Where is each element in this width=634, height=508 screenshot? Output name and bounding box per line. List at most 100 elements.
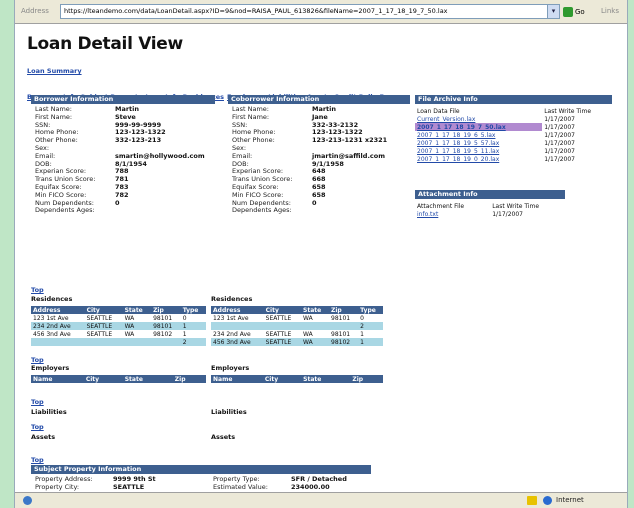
file-archive-table: Loan Data File Last Write Time Current_Ver… — [415, 107, 612, 163]
field-value: SEATTLE — [113, 482, 145, 491]
employers-title-right: Employers — [211, 364, 250, 372]
column-header: Loan Data File — [417, 107, 460, 115]
table-row: 123 1st Ave SEATTLE WA 98101 0 — [211, 314, 383, 322]
employers-table-coborrower: Name City State Zip — [211, 375, 383, 383]
archive-file-link[interactable]: 2007_1_17_18_19_0_20.lax — [415, 155, 542, 163]
residences-title-right: Residences — [211, 295, 253, 303]
write-time: 1/17/2007 — [544, 115, 575, 123]
table-cell: WA — [303, 314, 313, 322]
column-header: Type — [180, 306, 206, 314]
file-archive-panel: File Archive Info Loan Data File Last Wri… — [415, 95, 612, 163]
table-row: 2007_1_17_18_19_5_11.lax 1/17/2007 — [415, 147, 612, 155]
borrower-header: Borrower Information — [31, 95, 215, 104]
write-time: 1/17/2007 — [544, 147, 575, 155]
info-row: Property City: SEATTLE — [35, 482, 215, 492]
table-cell: 2 — [180, 338, 206, 346]
table-cell: 456 3nd Ave — [33, 330, 71, 338]
table-cell: 98102 — [329, 338, 359, 346]
address-label: Address — [21, 7, 49, 15]
attachment-file-link[interactable]: info.txt — [415, 210, 490, 218]
residences-table-borrower: Address City State Zip Type 123 1st Ave SEATTL… — [31, 306, 206, 346]
column-header: City — [263, 306, 302, 314]
table-cell: WA — [301, 338, 330, 346]
subject-property-left: Property Address: 9999 9th St Property Cit… — [35, 475, 215, 492]
top-link[interactable]: Top — [31, 456, 44, 464]
table-cell: 2 — [358, 322, 383, 330]
table-cell — [263, 322, 302, 330]
table-cell: 0 — [360, 314, 364, 322]
table-cell: SEATTLE — [265, 330, 292, 338]
archive-file-link[interactable]: Current_Version.lax — [415, 115, 542, 123]
table-cell — [211, 322, 264, 330]
table-cell: 123 1st Ave — [33, 314, 69, 322]
subject-property-right: Property Type: SFR / Detached Estimated Va… — [213, 475, 383, 492]
field-label: Property City: — [35, 482, 80, 491]
table-cell: SEATTLE — [86, 330, 113, 338]
table-row: 234 2nd Ave SEATTLE WA 98101 1 — [31, 322, 206, 330]
address-bar: Address https://lteandemo.com/data/LoanD… — [15, 0, 627, 24]
info-row: Dependents Ages: — [232, 207, 422, 215]
table-cell: 98102 — [153, 330, 173, 338]
table-cell: WA — [124, 314, 135, 322]
top-link[interactable]: Top — [31, 423, 44, 431]
column-header: Attachment File — [417, 202, 465, 210]
field-label: Estimated Value: — [213, 482, 268, 491]
subject-property-header: Subject Property Information — [31, 465, 371, 474]
file-archive-header: File Archive Info — [415, 95, 612, 104]
employers-table-borrower: Name City State Zip — [31, 375, 206, 383]
residences-table-coborrower: Address City State Zip Type 123 1st Ave SEATTL… — [211, 306, 383, 346]
column-header: City — [84, 306, 123, 314]
table-cell: 123 1st Ave — [213, 314, 249, 322]
table-cell: 1 — [358, 338, 383, 346]
page-title: Loan Detail View — [27, 34, 183, 54]
column-header: Type — [358, 306, 383, 314]
table-row: 2 — [211, 322, 383, 330]
write-time: 1/17/2007 — [544, 139, 575, 147]
table-cell: SEATTLE — [265, 314, 292, 322]
archive-file-link[interactable]: 2007_1_17_18_19_5_11.lax — [415, 147, 542, 155]
url-input[interactable]: https://lteandemo.com/data/LoanDetail.as… — [60, 4, 560, 19]
column-header: State — [301, 306, 330, 314]
table-cell: SEATTLE — [84, 322, 123, 330]
table-cell: 456 3nd Ave — [211, 338, 264, 346]
write-time: 1/17/2007 — [492, 210, 523, 218]
table-cell: SEATTLE — [263, 338, 302, 346]
table-cell — [329, 322, 359, 330]
table-row: 2007_1_17_18_19_5_57.lax 1/17/2007 — [415, 139, 612, 147]
table-row: Current_Version.lax 1/17/2007 — [415, 115, 612, 123]
field-label: Dependents Ages: — [232, 206, 292, 215]
browser-window: Address https://lteandemo.com/data/LoanD… — [14, 0, 628, 508]
table-row: info.txt 1/17/2007 — [415, 210, 565, 218]
table-cell — [84, 338, 123, 346]
table-cell: SEATTLE — [86, 314, 113, 322]
column-header: Name — [31, 375, 84, 383]
top-link[interactable]: Top — [31, 356, 44, 364]
top-link[interactable]: Top — [31, 398, 44, 406]
table-cell: WA — [124, 330, 135, 338]
archive-file-link[interactable]: 2007_1_17_18_19_7_50.lax — [415, 123, 543, 131]
archive-file-link[interactable]: 2007_1_17_18_19_6_5.lax — [415, 131, 542, 139]
column-header: Zip — [329, 306, 359, 314]
column-header: Zip — [172, 375, 206, 383]
attachment-table: Attachment File Last Write Time info.txt 1/… — [415, 202, 565, 218]
write-time: 1/17/2007 — [544, 131, 575, 139]
globe-icon — [543, 496, 552, 505]
top-link[interactable]: Top — [31, 286, 44, 294]
column-header: Zip — [350, 375, 383, 383]
column-header: Address — [31, 306, 85, 314]
assets-title-left: Assets — [31, 433, 56, 441]
field-value: 0 — [115, 198, 120, 207]
field-value: 234000.00 — [291, 482, 330, 491]
table-cell — [122, 338, 152, 346]
security-zone: Internet — [556, 496, 584, 504]
table-cell: 98101 — [331, 314, 351, 322]
table-row: 2 — [31, 338, 206, 346]
table-row: 456 3nd Ave SEATTLE WA 98102 1 — [31, 330, 206, 338]
archive-file-link[interactable]: 2007_1_17_18_19_5_57.lax — [415, 139, 542, 147]
go-button[interactable]: Go — [563, 5, 595, 19]
links-toolbar[interactable]: Links — [601, 7, 619, 15]
chevron-down-icon[interactable]: ▾ — [547, 5, 559, 18]
field-label: Dependents Ages: — [35, 206, 95, 215]
write-time: 1/17/2007 — [544, 155, 575, 163]
loan-summary-link[interactable]: Loan Summary — [27, 67, 82, 75]
